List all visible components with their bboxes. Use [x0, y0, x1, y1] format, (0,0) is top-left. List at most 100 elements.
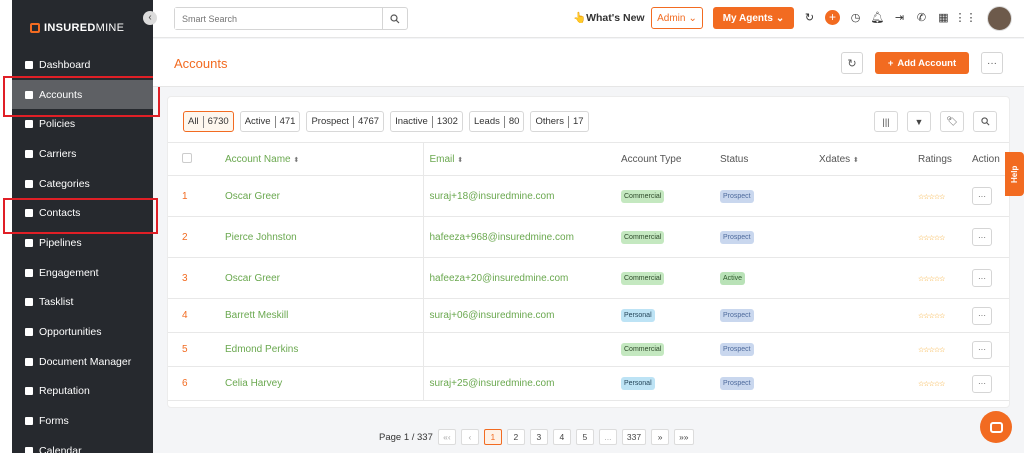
row-more-button[interactable]: ··· [972, 306, 992, 325]
refresh-icon[interactable]: ↻ [803, 11, 816, 24]
email-link[interactable]: suraj+06@insuredmine.com [422, 298, 621, 333]
sidebar-item-forms[interactable]: Forms [12, 406, 153, 436]
last-page-button[interactable]: »» [674, 429, 694, 445]
sidebar-item-label: Opportunities [39, 326, 102, 339]
sidebar-item-tasklist[interactable]: Tasklist [12, 288, 153, 318]
chevron-down-icon: ⌄ [775, 12, 785, 24]
star-rating[interactable]: ☆☆☆☆☆ [918, 381, 945, 388]
avatar[interactable] [987, 6, 1012, 31]
star-rating[interactable]: ☆☆☆☆☆ [918, 276, 945, 283]
admin-dropdown[interactable]: Admin ⌄ [651, 7, 703, 29]
page-3-button[interactable]: 3 [529, 429, 548, 445]
ellipsis-icon: ··· [978, 232, 986, 242]
filter-active[interactable]: Active 471 [239, 111, 301, 132]
xdates-cell [819, 366, 918, 401]
collapse-sidebar-button[interactable]: ‹ [143, 11, 157, 25]
logout-icon[interactable]: ⇥ [893, 11, 906, 24]
select-all-checkbox[interactable] [182, 152, 192, 163]
filter-all[interactable]: All 6730 [183, 111, 234, 132]
table-row[interactable]: 4 Barrett Meskill suraj+06@insuredmine.c… [168, 298, 1009, 333]
star-rating[interactable]: ☆☆☆☆☆ [918, 347, 945, 354]
email-link[interactable]: hafeeza+20@insuredmine.com [422, 257, 621, 299]
chat-launcher-button[interactable] [980, 411, 1012, 443]
sidebar-item-label: Dashboard [39, 58, 91, 71]
email-link[interactable]: suraj+18@insuredmine.com [422, 175, 621, 217]
whats-new-link[interactable]: 👆What's New [573, 11, 645, 24]
account-name-link[interactable]: Oscar Greer [225, 175, 423, 217]
grid-icon[interactable]: ⋮⋮ [955, 11, 977, 24]
row-more-button[interactable]: ··· [972, 374, 992, 393]
hand-icon: 👆 [573, 12, 587, 24]
account-name-link[interactable]: Oscar Greer [225, 257, 423, 299]
table-row[interactable]: 3 Oscar Greer hafeeza+20@insuredmine.com… [168, 257, 1009, 299]
search-input[interactable] [175, 8, 375, 29]
page-4-button[interactable]: 4 [552, 429, 571, 445]
filter-inactive[interactable]: Inactive 1302 [390, 111, 463, 132]
action-cell: ··· [972, 366, 1009, 401]
table-search-button[interactable] [973, 111, 997, 132]
row-more-button[interactable]: ··· [972, 187, 992, 205]
sidebar-item-opportunities[interactable]: Opportunities [12, 317, 153, 347]
star-rating[interactable]: ☆☆☆☆☆ [918, 194, 945, 201]
account-name-link[interactable]: Edmond Perkins [225, 332, 423, 367]
table-row[interactable]: 6 Celia Harvey suraj+25@insuredmine.com … [168, 366, 1009, 401]
table-row[interactable]: 1 Oscar Greer suraj+18@insuredmine.com C… [168, 175, 1009, 217]
columns-button[interactable]: ||| [874, 111, 898, 132]
filter-others[interactable]: Others 17 [530, 111, 589, 132]
more-options-button[interactable]: ··· [981, 52, 1003, 74]
next-page-button[interactable]: » [651, 429, 670, 445]
filter-prospect[interactable]: Prospect 4767 [306, 111, 385, 132]
row-more-button[interactable]: ··· [972, 228, 992, 246]
row-more-button[interactable]: ··· [972, 340, 992, 359]
phone-icon[interactable]: ✆ [915, 11, 928, 24]
chat-icon [989, 421, 1003, 433]
logo: INSUREDMINE [30, 22, 124, 34]
status-badge: Prospect [720, 309, 754, 322]
my-agents-dropdown[interactable]: My Agents ⌄ [713, 7, 794, 29]
header-xdates[interactable]: Xdates ⬍ [819, 142, 918, 176]
refresh-button[interactable]: ↻ [841, 52, 863, 74]
tag-icon: 🏷︎ [946, 116, 958, 126]
sidebar-item-document-manager[interactable]: Document Manager [12, 347, 153, 377]
status-cell: Prospect [720, 175, 819, 217]
account-type-cell: Personal [621, 366, 720, 401]
header-account-name[interactable]: Account Name ⬍ [225, 142, 423, 176]
sidebar-item-carriers[interactable]: Carriers [12, 139, 153, 169]
star-rating[interactable]: ☆☆☆☆☆ [918, 235, 945, 242]
help-tab[interactable]: Help [1005, 152, 1024, 196]
sidebar-item-categories[interactable]: Categories [12, 169, 153, 199]
header-email[interactable]: Email ⬍ [422, 142, 621, 176]
page-5-button[interactable]: 5 [575, 429, 594, 445]
bell-icon[interactable]: 🔔︎ [871, 11, 885, 24]
plus-icon[interactable]: + [825, 10, 840, 25]
sidebar-item-calendar[interactable]: Calendar [12, 436, 153, 453]
table-row[interactable]: 5 Edmond Perkins Commercial Prospect ☆☆☆… [168, 332, 1009, 367]
smart-search [174, 7, 408, 30]
app-root: INSUREDMINE ‹ Dashboard Accounts Policie… [0, 0, 1024, 453]
page-last-number-button[interactable]: 337 [621, 429, 647, 445]
table-row[interactable]: 2 Pierce Johnston hafeeza+968@insuredmin… [168, 216, 1009, 258]
prev-page-button[interactable]: ‹ [460, 429, 479, 445]
filter-leads[interactable]: Leads 80 [468, 111, 525, 132]
email-link[interactable] [422, 332, 621, 367]
email-link[interactable]: hafeeza+968@insuredmine.com [422, 216, 621, 258]
row-more-button[interactable]: ··· [972, 269, 992, 287]
add-account-button[interactable]: + Add Account [875, 52, 969, 74]
chip-icon[interactable]: ▦ [937, 11, 950, 24]
sidebar-item-engagement[interactable]: Engagement [12, 258, 153, 288]
divider [503, 115, 505, 128]
action-cell: ··· [972, 332, 1009, 367]
account-name-link[interactable]: Barrett Meskill [225, 298, 423, 333]
account-name-link[interactable]: Celia Harvey [225, 366, 423, 401]
tag-button[interactable]: 🏷︎ [940, 111, 964, 132]
sidebar-item-reputation[interactable]: Reputation [12, 377, 153, 407]
filter-button[interactable]: ▼ [907, 111, 931, 132]
account-name-link[interactable]: Pierce Johnston [225, 216, 423, 258]
email-link[interactable]: suraj+25@insuredmine.com [422, 366, 621, 401]
clock-icon[interactable]: ◷ [849, 11, 862, 24]
first-page-button[interactable]: «‹ [437, 429, 456, 445]
star-rating[interactable]: ☆☆☆☆☆ [918, 313, 945, 320]
search-button[interactable] [382, 8, 407, 29]
page-1-button[interactable]: 1 [483, 429, 502, 445]
page-2-button[interactable]: 2 [506, 429, 525, 445]
